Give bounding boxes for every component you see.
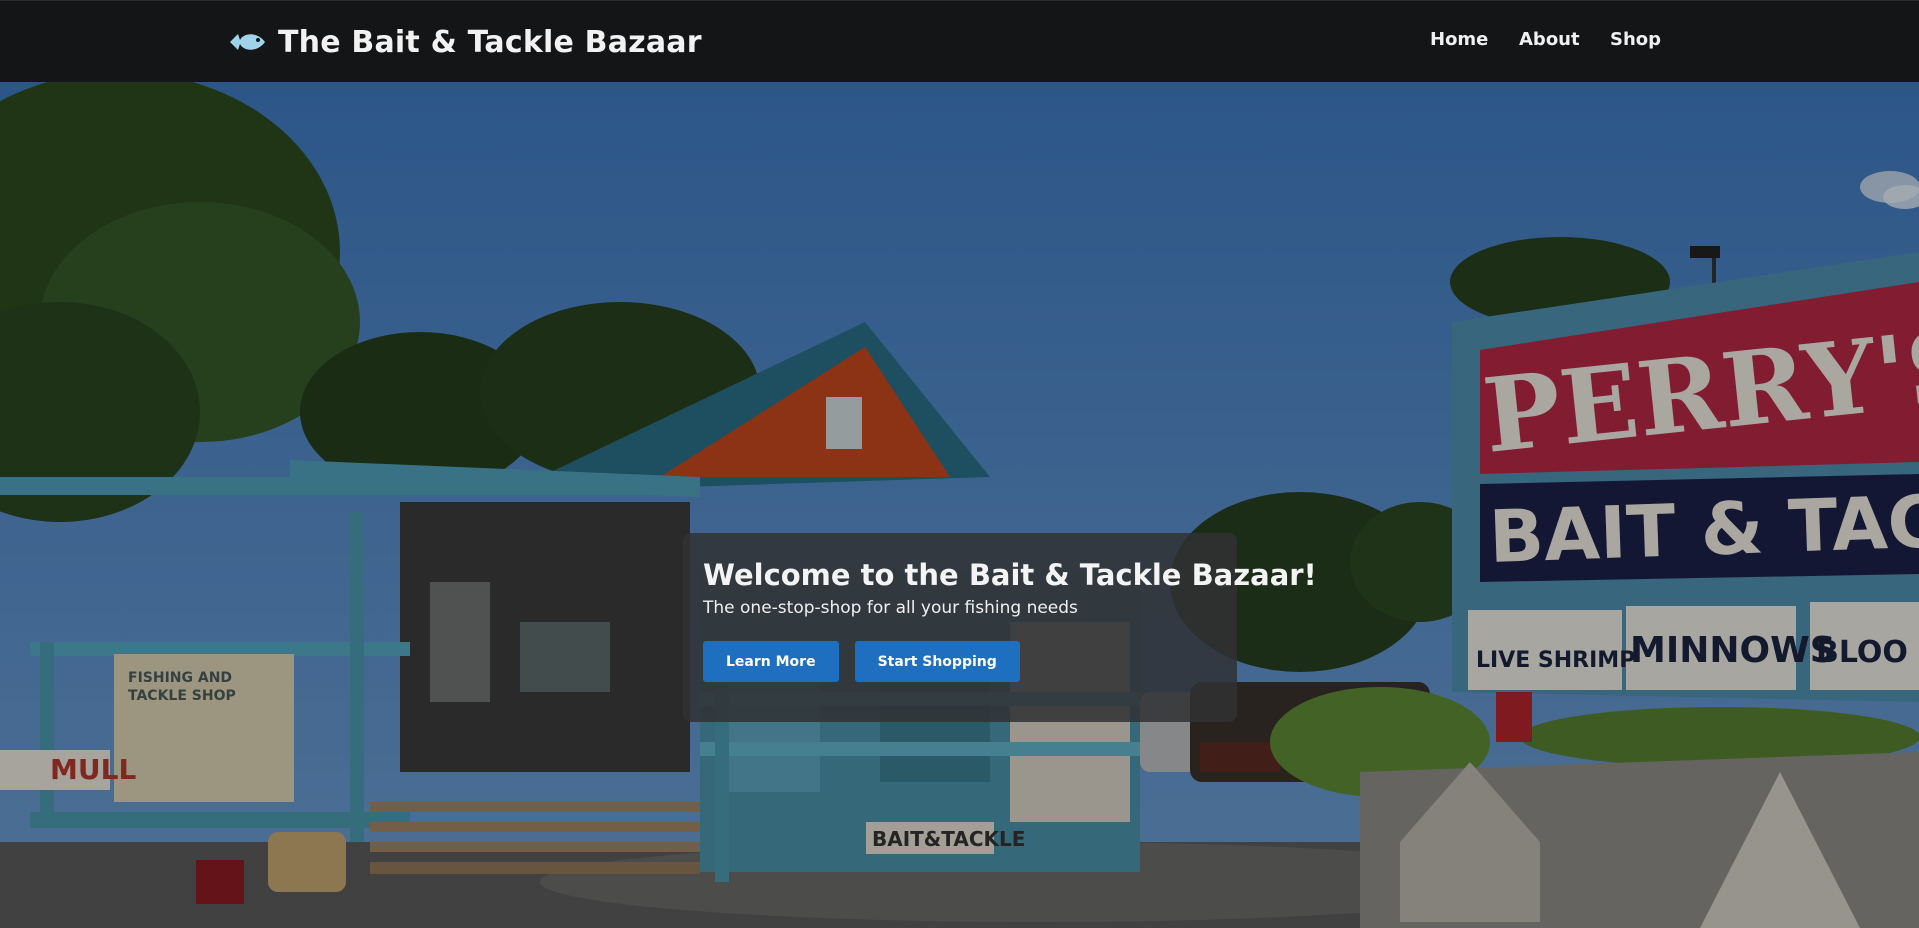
hero-section: FISHING AND TACKLE SHOP MULL BAIT&TACKLE — [0, 82, 1919, 928]
learn-more-button[interactable]: Learn More — [703, 641, 839, 682]
brand-name: The Bait & Tackle Bazaar — [278, 24, 702, 60]
navbar: The Bait & Tackle Bazaar Home About Shop — [0, 0, 1919, 82]
nav-about-link[interactable]: About — [1519, 29, 1580, 50]
brand-link[interactable]: The Bait & Tackle Bazaar — [228, 21, 702, 63]
welcome-subtitle: The one-stop-shop for all your fishing n… — [703, 598, 1078, 618]
welcome-title: Welcome to the Bait & Tackle Bazaar! — [703, 558, 1317, 592]
nav-home-link[interactable]: Home — [1430, 29, 1488, 50]
nav-shop-link[interactable]: Shop — [1610, 29, 1661, 50]
start-shopping-button[interactable]: Start Shopping — [854, 641, 1020, 682]
hero-buttons: Learn More Start Shopping — [703, 641, 1020, 682]
fish-icon — [228, 29, 266, 55]
hero-background-photo: FISHING AND TACKLE SHOP MULL BAIT&TACKLE — [0, 82, 1919, 928]
welcome-card: Welcome to the Bait & Tackle Bazaar! The… — [683, 533, 1317, 722]
